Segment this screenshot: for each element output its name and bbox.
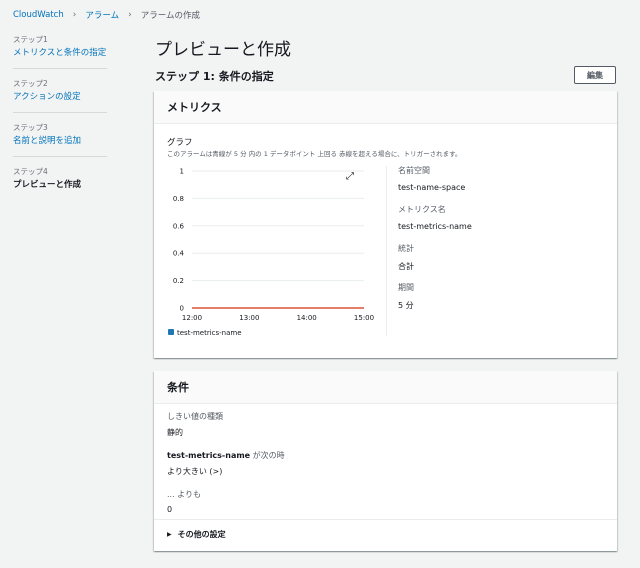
namespace-field: 名前空間 test-name-space (398, 165, 465, 192)
chevron-right-icon: › (72, 10, 77, 20)
step1-title: ステップ 1: 条件の指定 (155, 70, 274, 83)
more-settings-toggle[interactable]: ▶ その他の設定 (154, 519, 617, 549)
edit-button[interactable]: 編集 (574, 66, 616, 84)
period-label: 期間 (398, 283, 414, 292)
step-link-actions[interactable]: アクションの設定 (13, 91, 107, 103)
x-tick-label: 14:00 (297, 314, 317, 322)
legend-swatch (168, 329, 174, 335)
conditions-panel-title: 条件 (154, 371, 617, 404)
x-tick-label: 13:00 (239, 314, 259, 322)
more-settings-label: その他の設定 (177, 530, 226, 539)
breadcrumb-current: アラームの作成 (140, 11, 200, 21)
statistic-label: 統計 (398, 244, 414, 253)
step-number: ステップ1 (13, 35, 48, 44)
breadcrumb-cloudwatch[interactable]: CloudWatch (13, 10, 64, 20)
x-tick-label: 12:00 (182, 314, 202, 322)
step-current-preview: プレビューと作成 (13, 180, 82, 190)
comparison-value: より大きい (>) (167, 467, 223, 476)
condition-when-label: test-metrics-name が次の時 (167, 450, 285, 461)
namespace-label: 名前空間 (398, 166, 430, 175)
step-link-metrics[interactable]: メトリクスと条件の指定 (13, 47, 107, 59)
y-tick-label: 0 (180, 305, 184, 313)
wizard-step-3: ステップ3 名前と説明を追加 (13, 122, 107, 157)
threshold-type-label: しきい値の種類 (167, 412, 223, 421)
wizard-step-4: ステップ4 プレビューと作成 (13, 166, 107, 200)
breadcrumb-alarms[interactable]: アラーム (85, 9, 119, 21)
namespace-value: test-name-space (398, 183, 466, 192)
x-tick-label: 15:00 (354, 314, 374, 322)
vertical-divider (386, 166, 387, 336)
step-number: ステップ3 (13, 123, 48, 132)
condition-metric-name: test-metrics-name (167, 451, 251, 460)
condition-when-suffix: が次の時 (250, 451, 285, 460)
metrics-panel-title: メトリクス (154, 91, 617, 124)
wizard-steps: ステップ1 メトリクスと条件の指定 ステップ2 アクションの設定 ステップ3 名… (13, 34, 107, 209)
step-number: ステップ4 (13, 167, 48, 176)
graph-description: このアラームは青線が 5 分 内の 1 データポイント 上回る 赤線を超える場合… (167, 150, 462, 158)
metric-name-field: メトリクス名 test-metrics-name (398, 204, 472, 231)
statistic-field: 統計 合計 (398, 243, 414, 272)
than-value: 0 (167, 505, 173, 514)
metrics-panel: メトリクス グラフ このアラームは青線が 5 分 内の 1 データポイント 上回… (154, 91, 617, 358)
period-field: 期間 5 分 (398, 282, 414, 311)
breadcrumb: CloudWatch › アラーム › アラームの作成 (13, 9, 200, 21)
metric-name-label: メトリクス名 (398, 205, 446, 214)
y-tick-label: 0.6 (173, 222, 185, 230)
expand-icon[interactable]: ⤢ (346, 171, 354, 182)
metric-chart: 1 0.8 0.6 0.4 0.2 0 12:00 13:00 14:00 15:00 test… (168, 168, 374, 337)
y-tick-label: 1 (180, 168, 184, 176)
conditions-panel: 条件 しきい値の種類 静的 test-metrics-name が次の時 より大… (154, 371, 617, 551)
threshold-type-value: 静的 (167, 428, 183, 437)
y-tick-label: 0.4 (173, 250, 185, 258)
step-number: ステップ2 (13, 79, 48, 88)
page-title: プレビューと作成 (155, 40, 291, 60)
metric-name-value: test-metrics-name (398, 222, 472, 231)
chevron-right-icon: › (128, 10, 132, 20)
caret-right-icon: ▶ (167, 531, 172, 538)
statistic-value: 合計 (398, 262, 414, 271)
wizard-step-2: ステップ2 アクションの設定 (13, 78, 107, 113)
y-tick-label: 0.8 (173, 195, 184, 203)
legend-label: test-metrics-name (177, 329, 242, 337)
period-value: 5 分 (398, 301, 414, 310)
wizard-step-1: ステップ1 メトリクスと条件の指定 (13, 34, 107, 69)
step-link-name[interactable]: 名前と説明を追加 (13, 135, 107, 147)
than-label: ... よりも (167, 490, 202, 499)
graph-label: グラフ (167, 138, 193, 148)
y-tick-label: 0.2 (173, 277, 184, 285)
